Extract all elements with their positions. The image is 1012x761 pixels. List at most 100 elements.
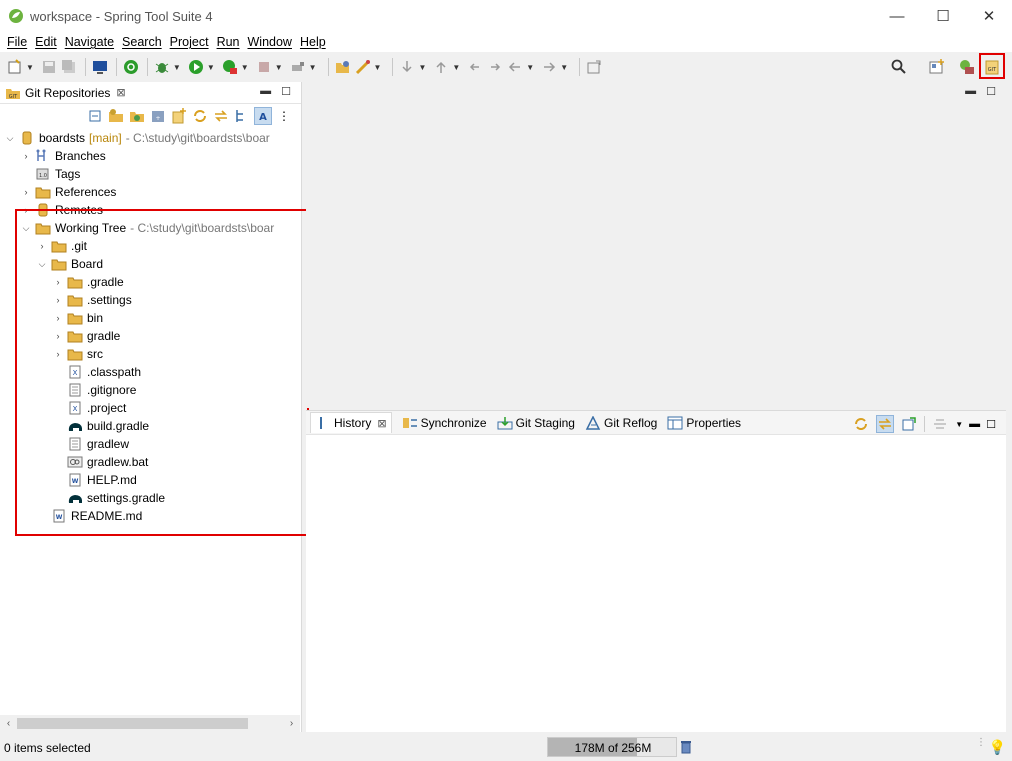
compare-mode-icon[interactable] (931, 415, 949, 433)
git-repositories-tab[interactable]: GIT Git Repositories ⊠ ▬ ☐ (0, 82, 301, 104)
minimize-panel-icon[interactable]: ▬ (969, 418, 980, 430)
git-perspective-highlight (979, 53, 1005, 79)
prev-annotation-icon[interactable] (432, 58, 450, 76)
branches-icon (35, 149, 51, 163)
run-icon[interactable] (187, 58, 205, 76)
view-menu-dropdown-icon[interactable]: ▼ (955, 420, 963, 429)
forward-icon[interactable] (540, 58, 558, 76)
tree-item-references[interactable]: › References (0, 183, 300, 201)
link-with-selection-icon[interactable] (212, 107, 230, 125)
back-icon[interactable] (506, 58, 524, 76)
chevron-right-icon[interactable]: › (20, 151, 32, 161)
maximize-editor-icon[interactable]: ☐ (986, 85, 996, 98)
minimize-editor-icon[interactable]: ▬ (965, 85, 976, 98)
show-path-icon[interactable]: A (254, 107, 272, 125)
tree-item-branches[interactable]: › Branches (0, 147, 300, 165)
menu-project[interactable]: Project (166, 35, 213, 49)
open-perspective-icon[interactable] (928, 58, 946, 76)
pin-editor-icon[interactable] (585, 58, 603, 76)
external-tools-icon[interactable] (289, 58, 307, 76)
tab-git-staging[interactable]: Git Staging (497, 416, 575, 430)
terminal-icon[interactable] (91, 58, 109, 76)
forward-dropdown-icon[interactable]: ▼ (560, 63, 568, 72)
refresh-icon[interactable] (852, 415, 870, 433)
menu-help[interactable]: Help (296, 35, 330, 49)
search-icon[interactable] (890, 58, 908, 76)
spring-perspective-icon[interactable] (958, 58, 976, 76)
tree-item-repo[interactable]: ⌵ boardsts [main] - C:\study\git\boardst… (0, 129, 300, 147)
refresh-icon[interactable] (191, 107, 209, 125)
collapse-all-icon[interactable] (86, 107, 104, 125)
maximize-view-icon[interactable]: ☐ (281, 85, 291, 98)
tab-properties[interactable]: Properties (667, 416, 741, 430)
title-bar: workspace - Spring Tool Suite 4 — ☐ ✕ (0, 0, 1012, 32)
tab-history[interactable]: History ⊠ (310, 412, 392, 433)
open-task-icon[interactable] (354, 58, 372, 76)
create-repository-icon[interactable]: + (149, 107, 167, 125)
git-repositories-icon: GIT (6, 88, 20, 100)
git-staging-icon (497, 416, 513, 430)
tip-lightbulb-icon[interactable]: 💡 (989, 739, 1006, 756)
bottom-toolbar: ▼ ▬ ☐ (852, 415, 996, 433)
spring-tool-suite-icon (9, 9, 23, 23)
tab-synchronize[interactable]: Synchronize (402, 416, 487, 430)
prev-annotation-dropdown-icon[interactable]: ▼ (452, 63, 460, 72)
properties-icon (667, 416, 683, 430)
forward-edit-icon[interactable] (486, 58, 504, 76)
debug-icon[interactable] (153, 58, 171, 76)
maximize-button[interactable]: ☐ (920, 0, 966, 32)
close-view-icon[interactable]: ⊠ (116, 86, 125, 99)
menu-navigate[interactable]: Navigate (61, 35, 118, 49)
link-with-editor-icon[interactable] (876, 415, 895, 433)
stop-dropdown-icon[interactable]: ▼ (275, 63, 283, 72)
last-edit-icon[interactable] (466, 58, 484, 76)
scroll-left-icon[interactable]: ‹ (0, 718, 17, 729)
menu-window[interactable]: Window (244, 35, 296, 49)
stop-icon[interactable] (255, 58, 273, 76)
repo-path: - C:\study\git\boardsts\boar (125, 131, 270, 145)
hierarchical-layout-icon[interactable] (233, 107, 251, 125)
add-existing-icon[interactable] (170, 107, 188, 125)
new-dropdown-icon[interactable]: ▼ (26, 63, 34, 72)
add-repository-icon[interactable] (107, 107, 125, 125)
svg-text:GIT: GIT (9, 94, 18, 100)
close-button[interactable]: ✕ (966, 0, 1012, 32)
scroll-right-icon[interactable]: › (283, 718, 300, 729)
minimize-button[interactable]: — (874, 0, 920, 32)
heap-status[interactable]: 178M of 256M (547, 737, 677, 757)
tab-git-reflog[interactable]: Git Reflog (585, 415, 657, 430)
tags-label: Tags (55, 167, 81, 181)
horizontal-scrollbar[interactable]: ‹ › (0, 715, 300, 732)
menu-file[interactable]: File (3, 35, 31, 49)
menu-search[interactable]: Search (118, 35, 166, 49)
external-tools-dropdown-icon[interactable]: ▼ (309, 63, 317, 72)
chevron-down-icon[interactable]: ⌵ (4, 133, 16, 144)
open-type-icon[interactable] (334, 58, 352, 76)
view-menu-icon[interactable]: ⋮ (275, 107, 293, 125)
save-all-icon[interactable] (60, 58, 78, 76)
open-task-dropdown-icon[interactable]: ▼ (374, 63, 382, 72)
back-dropdown-icon[interactable]: ▼ (526, 63, 534, 72)
trash-icon[interactable] (678, 739, 696, 757)
menu-edit[interactable]: Edit (31, 35, 61, 49)
new-icon[interactable] (6, 58, 24, 76)
pin-view-icon[interactable] (900, 415, 918, 433)
next-annotation-icon[interactable] (398, 58, 416, 76)
save-icon[interactable] (40, 58, 58, 76)
maximize-panel-icon[interactable]: ☐ (986, 418, 996, 431)
close-tab-icon[interactable]: ⊠ (377, 417, 386, 430)
coverage-icon[interactable] (221, 58, 239, 76)
run-dropdown-icon[interactable]: ▼ (207, 63, 215, 72)
debug-dropdown-icon[interactable]: ▼ (173, 63, 181, 72)
spring-boot-dashboard-icon[interactable] (122, 58, 140, 76)
scroll-thumb[interactable] (17, 718, 248, 729)
next-annotation-dropdown-icon[interactable]: ▼ (418, 63, 426, 72)
git-repos-toolbar: + A ⋮ (0, 104, 301, 128)
chevron-right-icon[interactable]: › (20, 187, 32, 197)
coverage-dropdown-icon[interactable]: ▼ (241, 63, 249, 72)
references-label: References (55, 185, 117, 199)
menu-run[interactable]: Run (213, 35, 244, 49)
tree-item-tags[interactable]: 1.0 Tags (0, 165, 300, 183)
clone-repository-icon[interactable] (128, 107, 146, 125)
minimize-view-icon[interactable]: ▬ (260, 85, 271, 98)
